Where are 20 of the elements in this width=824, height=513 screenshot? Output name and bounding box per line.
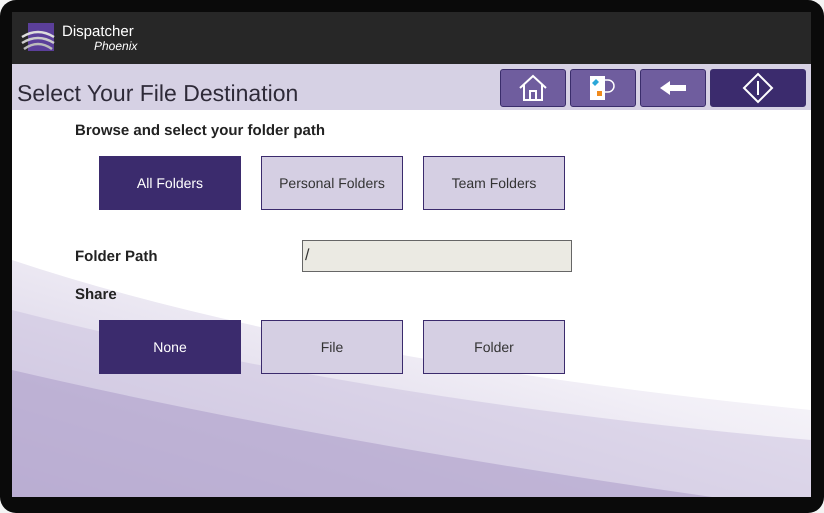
option-button[interactable]: Folder <box>423 320 565 374</box>
option-button[interactable]: None <box>99 320 241 374</box>
section-label: Browse and select your folder path <box>75 122 326 139</box>
option-button[interactable]: Team Folders <box>423 156 565 210</box>
section-label: Share <box>75 286 118 303</box>
back-arrow-icon <box>659 80 687 96</box>
home-button[interactable] <box>500 69 566 107</box>
home-icon <box>517 74 549 102</box>
option-button[interactable]: Personal Folders <box>261 156 403 210</box>
back-button[interactable] <box>640 69 706 107</box>
start-button[interactable] <box>710 69 806 107</box>
brand-name: Dispatcher <box>62 24 135 39</box>
brand-subtitle: Phoenix <box>94 40 138 52</box>
option-button[interactable]: All Folders <box>99 156 241 210</box>
option-button[interactable]: File <box>261 320 403 374</box>
start-icon <box>742 72 774 104</box>
field-label: Folder Path <box>75 248 159 264</box>
folder-path-field[interactable]: / <box>302 240 572 272</box>
page-title: Select Your File Destination <box>17 80 298 107</box>
return-button[interactable] <box>570 69 636 107</box>
